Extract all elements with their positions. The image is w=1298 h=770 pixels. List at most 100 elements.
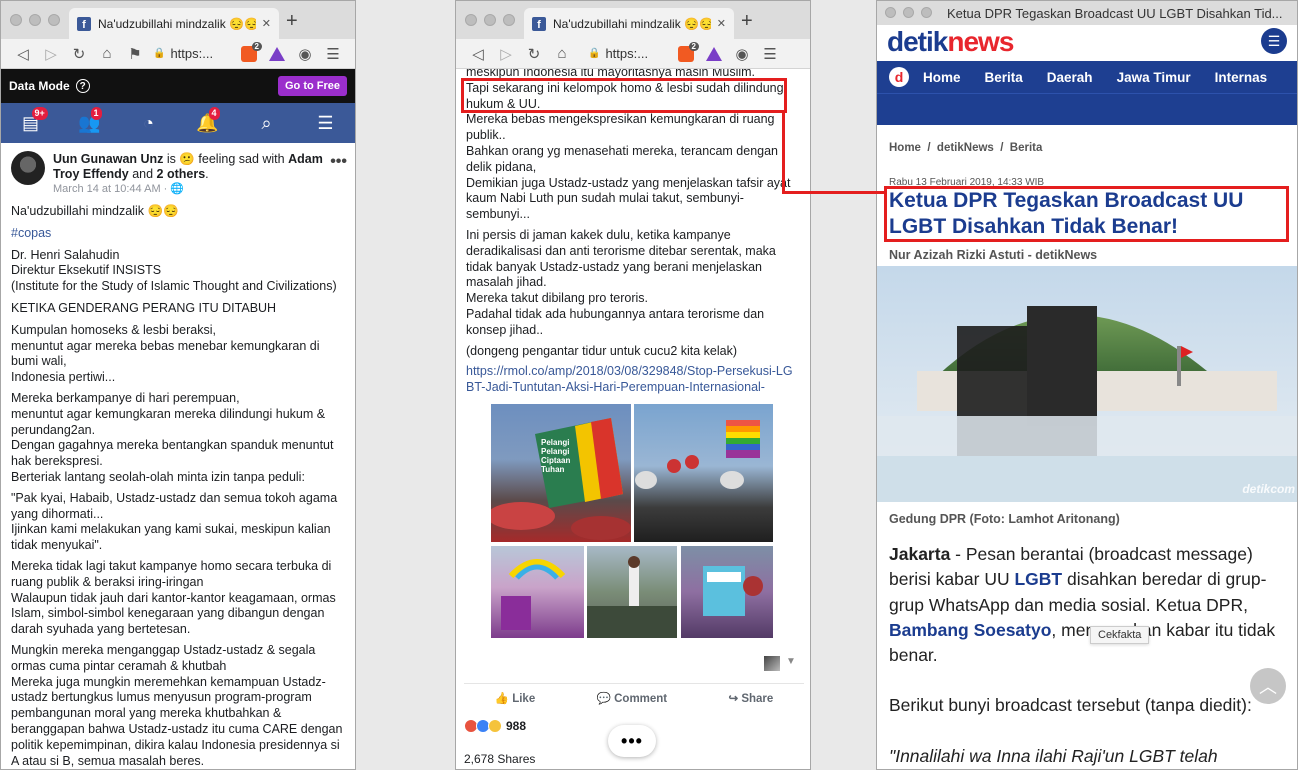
hamburger-menu-icon[interactable]: ☰ [1261,28,1287,54]
nav-home[interactable]: Home [923,70,961,85]
browser-tab[interactable]: f Na'udzubillahi mindzalik 😔😔 # ✕ [69,8,279,39]
help-icon[interactable]: ? [75,79,90,93]
tag-link-lgbt[interactable]: LGBT [1014,569,1062,589]
reaction-count: 988 [506,719,527,733]
article-link[interactable]: https://rmol.co/amp/2018/03/08/329848/St… [466,364,800,396]
share-count[interactable]: 2,678 Shares [464,752,535,766]
highlight-box-facebook-claim [461,78,787,113]
window-title: Ketua DPR Tegaskan Broadcast UU LGBT Dis… [947,5,1283,21]
reload-icon[interactable]: ↻ [520,45,548,63]
window-controls[interactable] [885,7,932,18]
menu-icon[interactable]: ☰ [311,113,341,134]
tooltip: Cekfakta [1090,626,1150,644]
notifications-icon[interactable]: 🔔 4 [193,106,223,134]
menu-icon[interactable]: ☰ [319,45,347,63]
photo-crowd-1[interactable] [491,546,584,638]
avatar[interactable] [11,151,45,185]
home-icon[interactable]: ⌂ [93,45,121,62]
messenger-icon[interactable]: ◔ [134,113,164,134]
brave-shield-icon[interactable]: 2 [678,41,699,62]
photo-protest-sign[interactable]: Pelangi Pelangi Ciptaan Tuhan [491,404,631,542]
data-mode-bar: Data Mode ? Go to Free [1,69,355,103]
post-body-middle: meskipun Indonesia itu mayoritasnya masi… [466,65,800,401]
window-title-bar: Ketua DPR Tegaskan Broadcast UU LGBT Dis… [877,1,1297,25]
article-lead: Jakarta - Pesan berantai (broadcast mess… [889,544,1276,666]
more-actions-button[interactable]: ••• [608,725,656,757]
back-icon[interactable]: ◁ [464,45,492,63]
detik-d-icon[interactable]: d [889,67,909,87]
brave-rewards-icon[interactable] [706,46,722,61]
window-controls[interactable] [465,14,515,26]
more-options-icon[interactable]: ••• [330,153,347,171]
menu-icon[interactable]: ☰ [756,45,784,63]
browser-window-facebook-left: f Na'udzubillahi mindzalik 😔😔 # ✕ + ◁ ▷ … [0,0,356,770]
back-icon[interactable]: ◁ [9,45,37,63]
tab-title: Na'udzubillahi mindzalik 😔😔 # [553,16,711,31]
nav-berita[interactable]: Berita [985,70,1023,85]
post-reactor-avatar[interactable] [764,656,780,671]
crowd-graphic-3 [703,566,763,616]
photo-rally-stage[interactable] [634,404,773,542]
forward-icon[interactable]: ▷ [37,45,65,63]
lock-icon: 🔒 [153,48,166,59]
reaction-summary[interactable]: 988 [464,719,526,733]
rally-graphic [635,420,760,489]
new-tab-icon[interactable]: + [741,10,753,33]
post-paragraph: "Pak kyai, Habaib, Ustadz-ustadz dan sem… [11,490,338,553]
tagged-others[interactable]: 2 others [157,167,206,181]
search-icon[interactable]: ⌕ [252,113,282,134]
bookmark-icon[interactable]: ⚑ [121,45,149,63]
close-tab-icon[interactable]: ✕ [262,17,271,30]
article-paragraph: Berikut bunyi broadcast tersebut (tanpa … [889,695,1252,715]
facebook-favicon-icon: f [532,16,546,31]
post-author: Uun Gunawan Unz is 😕 feeling sad with Ad… [53,152,325,197]
nav-jawa-timur[interactable]: Jawa Timur [1117,70,1191,85]
nav-internasional[interactable]: Internas [1215,70,1268,85]
forward-icon[interactable]: ▷ [492,45,520,63]
address-bar[interactable]: 🔒 https:... [153,46,231,61]
nav-daerah[interactable]: Daerah [1047,70,1093,85]
dpr-building-graphic [877,266,1297,502]
lock-icon: 🔒 [588,48,601,59]
nav-bar: ◁ ▷ ↻ ⌂ 🔒 https:... 2 ◉ ☰ [456,39,810,69]
post-paragraph: Mereka tidak lagi takut kampanye homo se… [11,558,336,637]
connector-line-horizontal [782,191,886,194]
detiknews-logo[interactable]: detiknews [887,25,1014,61]
facebook-favicon-icon: f [77,16,91,31]
hero-image-dpr-building[interactable]: detikcom [877,266,1297,502]
home-feed-icon[interactable]: ▤ 9+ [16,106,48,134]
detik-nav: d Home Berita Daerah Jawa Timur Internas [877,61,1297,93]
friends-icon[interactable]: 👥 1 [75,106,105,134]
sad-reaction-icon [488,719,502,733]
post-paragraph: Mungkin mereka menganggap Ustadz-ustadz … [11,642,343,768]
crowd-graphic-2 [587,556,677,638]
chevron-down-icon[interactable]: ▼ [786,656,796,667]
go-to-free-button[interactable]: Go to Free [277,76,347,96]
window-controls[interactable] [10,14,60,26]
profile-icon[interactable]: ◉ [728,45,756,63]
reload-icon[interactable]: ↻ [65,45,93,63]
post-date[interactable]: March 14 at 10:44 AM · 🌐 [53,182,325,197]
photo-crowd-3[interactable] [681,546,773,638]
new-tab-icon[interactable]: + [286,10,298,33]
comment-button[interactable]: 💬 Comment [597,691,668,705]
like-button[interactable]: 👍 Like [495,691,536,705]
tag-link-bambang[interactable]: Bambang Soesatyo [889,620,1051,640]
close-tab-icon[interactable]: ✕ [717,17,726,30]
photo-crowd-2[interactable] [587,546,677,638]
share-icon: ↪ [728,692,739,705]
breadcrumb[interactable]: Home / detikNews / Berita [889,142,1042,154]
hashtag-link[interactable]: #copas [11,226,345,242]
browser-tab[interactable]: f Na'udzubillahi mindzalik 😔😔 # ✕ [524,8,734,39]
brave-rewards-icon[interactable] [269,46,285,61]
address-bar[interactable]: 🔒 https:... [588,46,668,61]
post-action-bar: 👍 Like 💬 Comment ↪ Share [464,683,804,711]
sign-text: Pelangi Pelangi Ciptaan Tuhan [541,438,571,474]
image-caption: Gedung DPR (Foto: Lamhot Aritonang) [889,512,1120,526]
brave-shield-icon[interactable]: 2 [241,41,262,62]
profile-icon[interactable]: ◉ [291,45,319,63]
scroll-to-top-button[interactable]: ︿ [1250,668,1286,704]
share-button[interactable]: ↪ Share [729,691,774,705]
home-icon[interactable]: ⌂ [548,45,576,62]
author-name[interactable]: Uun Gunawan Unz [53,152,163,166]
